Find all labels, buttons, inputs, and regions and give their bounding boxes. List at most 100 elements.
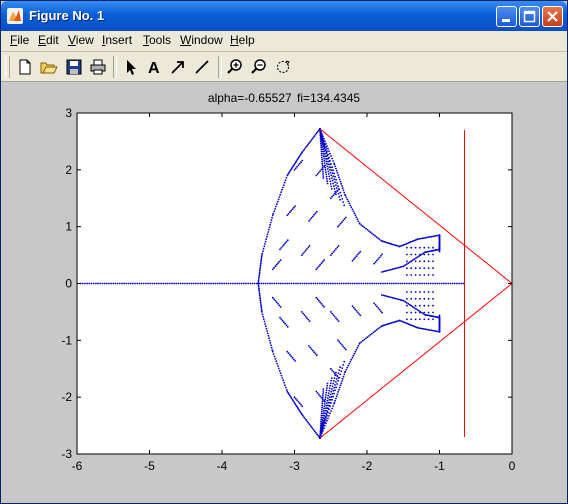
data-point — [413, 258, 416, 261]
data-point — [274, 208, 276, 210]
data-point — [319, 301, 322, 304]
data-point — [432, 318, 434, 321]
data-point — [408, 282, 410, 285]
data-point — [349, 204, 352, 207]
data-point — [261, 311, 263, 313]
data-point — [321, 160, 324, 163]
data-point — [329, 393, 332, 396]
data-point — [295, 282, 297, 285]
data-point — [329, 152, 331, 155]
data-point — [118, 282, 121, 285]
data-point — [316, 433, 318, 436]
data-point — [221, 282, 223, 285]
data-point — [338, 178, 341, 181]
data-point — [337, 379, 339, 382]
data-point — [308, 142, 310, 145]
data-point — [421, 311, 423, 314]
data-point — [333, 178, 336, 181]
data-point — [355, 255, 358, 258]
data-point — [358, 222, 361, 225]
data-point — [262, 318, 265, 320]
data-point — [260, 308, 263, 310]
data-point — [261, 252, 264, 255]
data-point — [262, 315, 265, 318]
data-point — [427, 282, 430, 285]
data-point — [306, 317, 308, 319]
data-point — [151, 282, 154, 285]
data-point — [342, 345, 345, 348]
data-point — [315, 132, 318, 135]
data-point — [334, 175, 336, 178]
data-point — [290, 355, 293, 358]
data-point — [356, 282, 358, 285]
data-point — [353, 282, 356, 285]
data-point — [381, 271, 383, 273]
data-point — [279, 193, 282, 196]
data-point — [260, 259, 263, 262]
figure-window: Figure No. 1 File Edit View Insert Tools… — [0, 0, 568, 504]
data-point — [337, 377, 340, 379]
data-point — [260, 255, 263, 258]
data-point — [259, 297, 262, 300]
data-point — [424, 236, 427, 239]
data-point — [322, 409, 325, 412]
data-point — [308, 220, 310, 222]
data-point — [321, 166, 324, 169]
data-point — [323, 424, 325, 427]
data-point — [369, 231, 372, 234]
data-point — [269, 221, 272, 224]
data-point — [166, 282, 169, 285]
data-point — [432, 297, 434, 300]
data-point — [307, 143, 309, 146]
data-point — [410, 291, 413, 293]
data-point — [323, 259, 325, 261]
data-point — [258, 291, 261, 293]
data-point — [427, 274, 430, 276]
data-point — [285, 240, 288, 243]
data-point — [423, 304, 426, 307]
data-point — [229, 282, 232, 285]
data-point — [266, 330, 268, 332]
data-point — [416, 256, 419, 259]
data-point — [418, 327, 421, 329]
data-point — [318, 393, 320, 396]
data-point — [283, 243, 285, 246]
data-point — [344, 194, 347, 197]
data-point — [331, 388, 333, 390]
y-tick-label: -3 — [61, 447, 72, 461]
data-point — [336, 246, 339, 249]
data-point — [401, 282, 404, 285]
data-point — [328, 389, 331, 392]
data-point — [355, 348, 358, 351]
data-point — [338, 341, 341, 343]
data-point — [311, 427, 314, 430]
data-point — [129, 282, 132, 285]
data-point — [429, 236, 431, 238]
data-point — [390, 268, 392, 271]
data-point — [173, 282, 176, 285]
data-point — [460, 282, 463, 285]
data-point — [322, 155, 325, 158]
data-point — [395, 282, 397, 285]
data-point — [361, 225, 364, 228]
data-point — [308, 423, 311, 426]
data-point — [269, 342, 272, 344]
data-point — [134, 282, 136, 285]
data-point — [264, 323, 266, 325]
data-point — [311, 138, 314, 140]
data-point — [361, 339, 364, 342]
data-point — [321, 406, 323, 409]
data-point — [315, 296, 318, 299]
data-point — [136, 282, 139, 285]
data-point — [335, 169, 338, 172]
data-point — [366, 336, 369, 339]
data-point — [351, 208, 354, 211]
data-point — [418, 255, 420, 258]
data-point — [427, 253, 430, 256]
data-point — [266, 332, 269, 335]
data-point — [330, 174, 333, 177]
data-point — [116, 282, 119, 285]
data-point — [449, 282, 452, 285]
data-point — [419, 291, 421, 293]
data-point — [335, 317, 337, 319]
